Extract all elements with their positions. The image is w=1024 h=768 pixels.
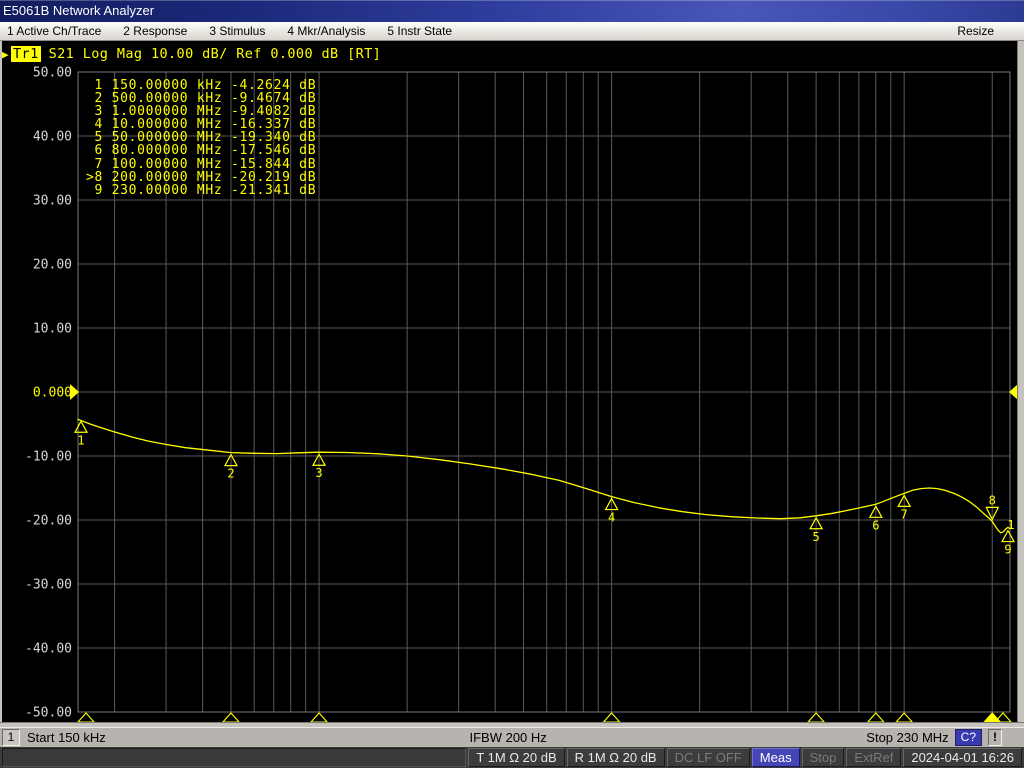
marker-3-stimulus-triangle	[311, 713, 327, 722]
ifbw-label[interactable]: IFBW 200 Hz	[469, 730, 546, 745]
y-axis-label: 10.00	[33, 322, 72, 337]
status-segment-extref: ExtRef	[846, 748, 901, 767]
marker-8-number: 8	[989, 493, 996, 507]
y-axis-label: 0.000	[33, 386, 72, 401]
correction-badge: C?	[955, 729, 982, 746]
menu-item-3[interactable]: 3 Stimulus	[209, 24, 265, 38]
channel-status-bar: 1 Start 150 kHz IFBW 200 Hz Stop 230 MHz…	[0, 727, 1024, 747]
menu-item-2[interactable]: 2 Response	[123, 24, 187, 38]
marker-8-stimulus-triangle	[984, 713, 1000, 722]
marker-6-number: 6	[872, 518, 879, 532]
active-trace-pointer-icon: ▶	[2, 48, 9, 61]
status-segment-meas: Meas	[752, 748, 800, 767]
marker-5-number: 5	[812, 530, 819, 544]
y-axis-label: 30.00	[33, 194, 72, 209]
window-title: E5061B Network Analyzer	[3, 3, 154, 18]
start-frequency-label[interactable]: Start 150 kHz	[27, 730, 106, 745]
trace-badge[interactable]: Tr1	[11, 46, 41, 62]
marker-3-number: 3	[315, 466, 322, 480]
marker-7-stimulus-triangle	[896, 713, 912, 722]
marker-1-stimulus-triangle	[78, 713, 94, 722]
status-segment-dc-lf-off: DC LF OFF	[667, 748, 750, 767]
y-axis-label: -30.00	[25, 578, 72, 593]
menu-item-resize[interactable]: Resize	[957, 24, 1002, 38]
status-segment-stop: Stop	[802, 748, 845, 767]
marker-6-stimulus-triangle	[868, 713, 884, 722]
status-spacer	[2, 748, 466, 767]
y-axis-label: 20.00	[33, 258, 72, 273]
marker-table-row: 7 100.00000 MHz -15.844 dB	[86, 158, 316, 171]
marker-table-row: 6 80.000000 MHz -17.546 dB	[86, 144, 316, 157]
menu-items: 1 Active Ch/Trace 2 Response 3 Stimulus 4 M…	[0, 24, 474, 38]
title-bar: E5061B Network Analyzer	[0, 0, 1024, 22]
marker-1-glyph	[75, 421, 87, 432]
y-axis-label: -20.00	[25, 514, 72, 529]
marker-2-number: 2	[227, 467, 234, 481]
analyzer-screen: 50.00 40.00 30.00 20.00 10.00 0.000 -10.00 -20.…	[0, 41, 1024, 727]
warning-badge: !	[988, 729, 1002, 746]
marker-1-number: 1	[77, 433, 84, 447]
trace-format-text: S21 Log Mag 10.00 dB/ Ref 0.000 dB [RT]	[49, 46, 382, 62]
marker-7-number: 7	[901, 507, 908, 521]
marker-9-number: 9	[1004, 543, 1011, 557]
menu-item-4[interactable]: 4 Mkr/Analysis	[287, 24, 365, 38]
marker-4-number: 4	[608, 511, 615, 525]
screen-right-frame	[1017, 41, 1024, 727]
y-axis-label: -50.00	[25, 706, 72, 721]
screen-left-frame	[0, 41, 2, 727]
status-bar: T 1M Ω 20 dBR 1M Ω 20 dBDC LF OFFMeasSto…	[0, 747, 1024, 768]
status-segment-r-1m-20-db: R 1M Ω 20 dB	[567, 748, 665, 767]
menu-item-1[interactable]: 1 Active Ch/Trace	[7, 24, 101, 38]
y-axis-label: 40.00	[33, 130, 72, 145]
marker-4-stimulus-triangle	[604, 713, 620, 722]
menu-item-5[interactable]: 5 Instr State	[387, 24, 452, 38]
marker-table-row: 9 230.00000 MHz -21.341 dB	[86, 184, 316, 197]
menu-bar: 1 Active Ch/Trace 2 Response 3 Stimulus 4 M…	[0, 22, 1024, 41]
marker-table: 1 150.00000 kHz -4.2624 dB 2 500.00000 k…	[86, 79, 316, 197]
channel-number-box: 1	[2, 729, 20, 746]
status-segment-t-1m-20-db: T 1M Ω 20 dB	[468, 748, 564, 767]
y-axis-label: -40.00	[25, 642, 72, 657]
stop-frequency-label[interactable]: Stop 230 MHz	[866, 730, 948, 745]
trace-end-glyph: 1	[1007, 518, 1014, 532]
y-axis-label: -10.00	[25, 450, 72, 465]
status-segment-2024-04-01-16-26: 2024-04-01 16:26	[903, 748, 1022, 767]
trace-status-line: ▶ Tr1 S21 Log Mag 10.00 dB/ Ref 0.000 dB…	[2, 46, 381, 62]
marker-2-stimulus-triangle	[223, 713, 239, 722]
marker-9-glyph	[1002, 531, 1014, 542]
marker-5-stimulus-triangle	[808, 713, 824, 722]
y-axis-label: 50.00	[33, 66, 72, 81]
marker-table-row: >8 200.00000 MHz -20.219 dB	[86, 171, 316, 184]
